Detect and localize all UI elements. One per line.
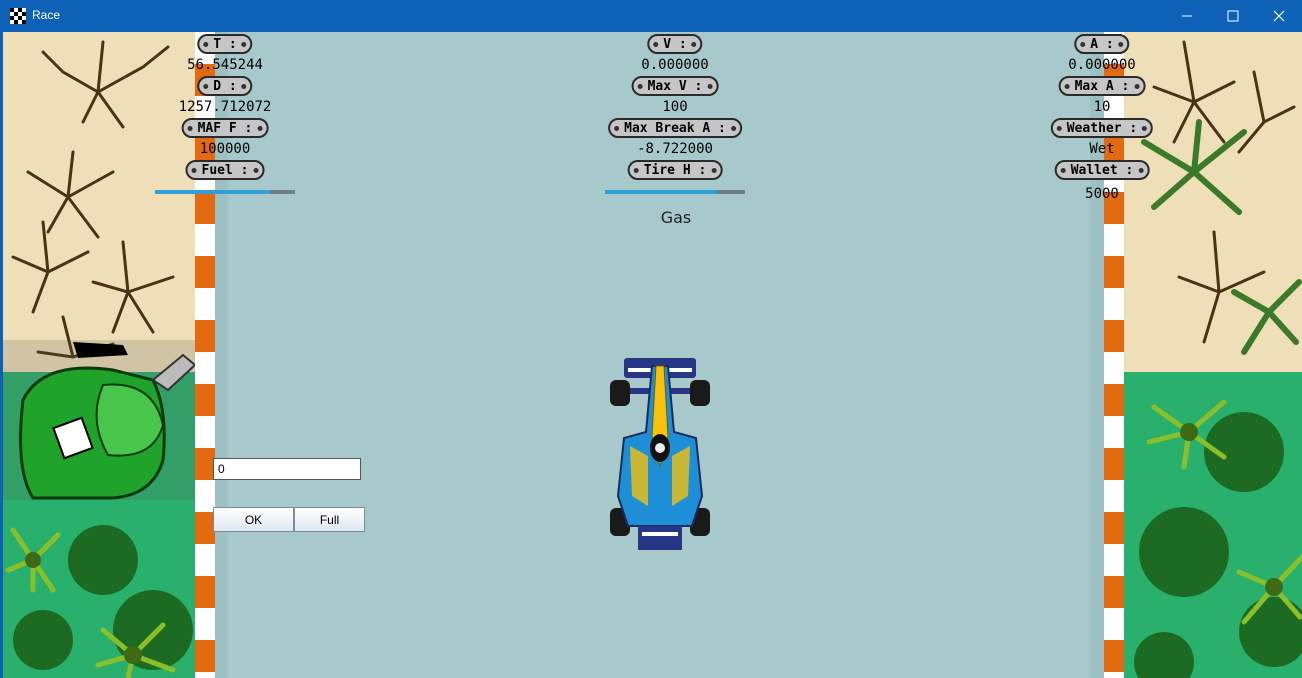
maximize-icon (1227, 10, 1239, 22)
hud-velocity-value: 0.000000 (641, 57, 709, 73)
hud-max-acceleration-label: Max A : (1058, 76, 1146, 96)
hud-time-value: 56.545244 (187, 57, 263, 73)
tire-health-gauge (605, 190, 745, 194)
hud-weather-value: Wet (1089, 141, 1115, 157)
fuel-gauge-fill (155, 190, 270, 194)
ok-button[interactable]: OK (213, 507, 294, 532)
dead-tree (1237, 70, 1296, 154)
fuel-amount-input[interactable] (213, 458, 361, 480)
hud-max-velocity-value: 100 (662, 99, 688, 115)
title-bar: Race (0, 0, 1302, 32)
maximize-button[interactable] (1210, 0, 1256, 32)
pedal-mode-text: Gas (660, 208, 692, 227)
close-icon (1273, 10, 1285, 22)
palm-tree (1141, 119, 1302, 355)
window-title: Race (32, 8, 61, 22)
hud-tire-health-label: Tire H : (627, 160, 723, 180)
hud-max-fuel-label: MAF F : (181, 118, 269, 138)
minimize-icon (1182, 15, 1192, 17)
left-plants (3, 340, 197, 678)
minimize-button[interactable] (1164, 0, 1210, 32)
hud-max-brake-label: Max Break A : (608, 118, 742, 138)
tire-health-gauge-fill (605, 190, 717, 194)
dead-tree (26, 150, 115, 239)
hud-distance-value: 1257.712072 (178, 99, 272, 115)
hud-acceleration-value: 0.000000 (1068, 57, 1136, 73)
dead-tree (1177, 230, 1266, 344)
hud-max-fuel-value: 100000 (199, 141, 251, 157)
full-tank-button[interactable]: Full (294, 507, 365, 532)
hud-max-velocity-label: Max V : (631, 76, 719, 96)
hud-velocity-label: V : (647, 34, 703, 54)
hud-max-acceleration-value: 10 (1093, 99, 1111, 115)
close-button[interactable] (1256, 0, 1302, 32)
hud-distance-label: D : (197, 76, 253, 96)
hud-wallet-label: Wallet : (1054, 160, 1150, 180)
hud-time-label: T : (197, 34, 253, 54)
hud-acceleration-label: A : (1074, 34, 1130, 54)
dead-tree (1152, 40, 1236, 144)
race-car (610, 358, 710, 550)
dead-tree (91, 240, 175, 334)
hud-weather-label: Weather : (1050, 118, 1154, 138)
hud-wallet-value: 5000 (1085, 186, 1119, 202)
dead-tree-cluster-left (11, 40, 175, 359)
hud-max-brake-value: -8.722000 (637, 141, 713, 157)
race-app-icon (10, 8, 26, 24)
hud-fuel-label: Fuel : (185, 160, 265, 180)
dead-tree (11, 220, 90, 314)
dead-tree (41, 40, 170, 129)
fuel-gauge (155, 190, 295, 194)
